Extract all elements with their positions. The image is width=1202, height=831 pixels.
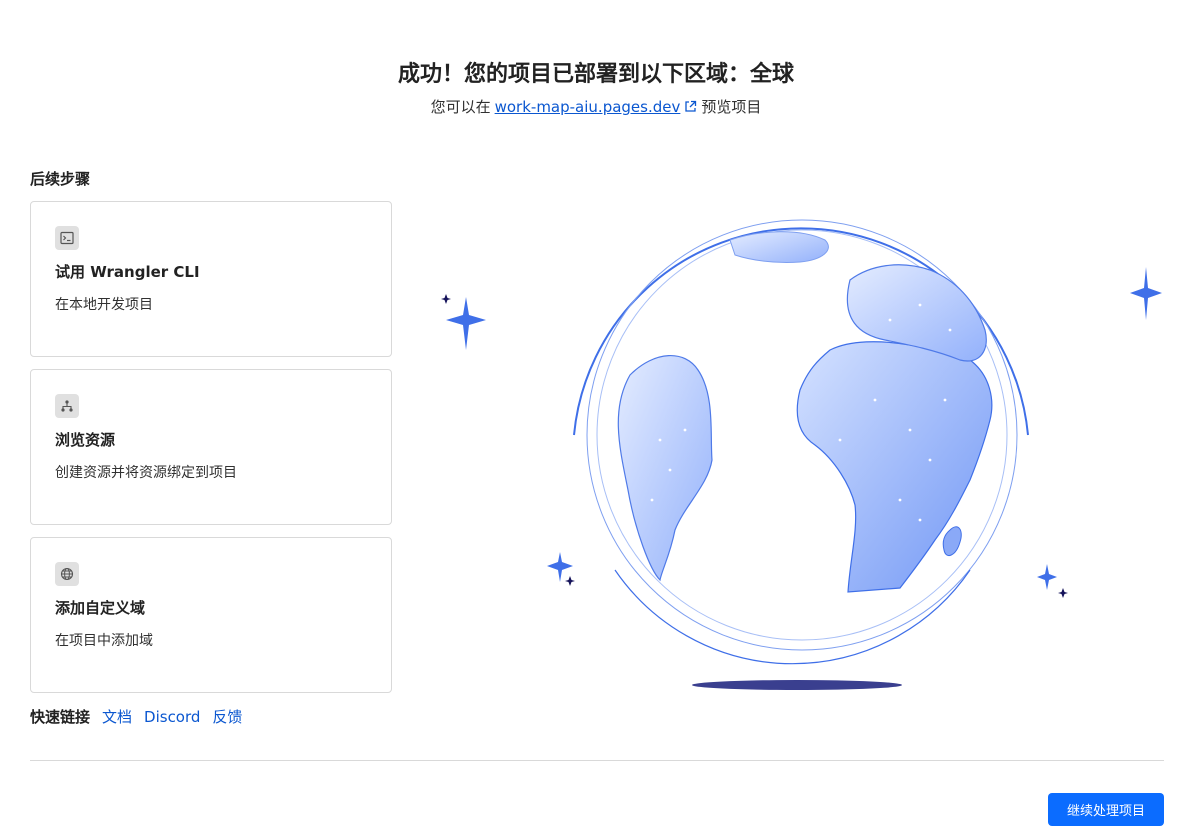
docs-link[interactable]: 文档 — [102, 706, 132, 727]
card-title: 浏览资源 — [55, 431, 116, 449]
preview-subtitle: 您可以在 work-map-aiu.pages.dev 预览项目 — [0, 96, 1192, 117]
next-steps-heading: 后续步骤 — [30, 170, 91, 188]
continue-project-button[interactable]: 继续处理项目 — [1048, 793, 1164, 826]
card-description: 在本地开发项目 — [55, 297, 153, 313]
quick-links: 快速链接 文档 Discord 反馈 — [30, 706, 242, 727]
terminal-icon — [55, 226, 79, 250]
page-title: 成功！您的项目已部署到以下区域：全球 — [397, 62, 794, 87]
globe-illustration — [441, 219, 1162, 690]
preview-link[interactable]: work-map-aiu.pages.dev — [495, 98, 681, 116]
subtitle-prefix: 您可以在 — [430, 98, 491, 116]
card-custom-domain[interactable]: 添加自定义域 在项目中添加域 — [30, 537, 392, 693]
card-title: 试用 Wrangler CLI — [55, 263, 200, 281]
card-description: 创建资源并将资源绑定到项目 — [55, 465, 237, 481]
quick-links-label: 快速链接 — [30, 708, 91, 726]
globe-icon — [55, 562, 79, 586]
deployment-success-page: 成功！您的项目已部署到以下区域：全球 您可以在 work-map-aiu.page… — [0, 0, 1202, 831]
subtitle-suffix: 预览项目 — [701, 98, 762, 116]
footer-divider — [30, 760, 1164, 761]
external-link-icon[interactable] — [684, 99, 697, 117]
card-explore-resources[interactable]: 浏览资源 创建资源并将资源绑定到项目 — [30, 369, 392, 525]
card-wrangler-cli[interactable]: 试用 Wrangler CLI 在本地开发项目 — [30, 201, 392, 357]
card-description: 在项目中添加域 — [55, 633, 153, 649]
hierarchy-icon — [55, 394, 79, 418]
card-title: 添加自定义域 — [55, 599, 146, 617]
feedback-link[interactable]: 反馈 — [212, 706, 242, 727]
discord-link[interactable]: Discord — [144, 708, 200, 726]
